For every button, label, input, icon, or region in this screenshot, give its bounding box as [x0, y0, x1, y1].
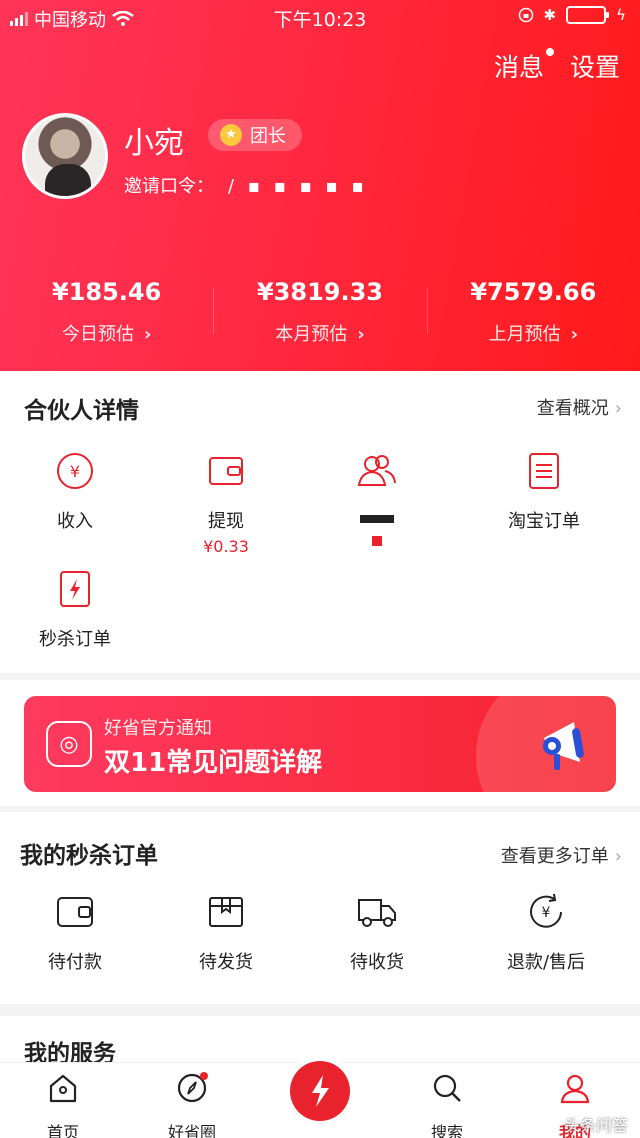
tab-search[interactable]: 搜索 [392, 1071, 502, 1138]
redacted-value [372, 536, 382, 546]
wallet-icon [57, 897, 93, 927]
withdraw-item[interactable]: 提现 ¥0.33 [166, 449, 286, 556]
chevron-right-icon: › [143, 324, 152, 345]
medal-icon: ★ [220, 124, 242, 146]
messages-button[interactable]: 消息 [494, 48, 554, 84]
search-icon [433, 1074, 461, 1102]
withdraw-amount: ¥0.33 [203, 537, 249, 556]
wallet-icon [209, 457, 243, 485]
tab-home[interactable]: 首页 [8, 1071, 118, 1138]
avatar[interactable] [22, 113, 108, 199]
invite-code: / ▪ ▪ ▪ ▪ ▪ [228, 176, 368, 197]
user-name: 小宛 [124, 126, 184, 161]
role-badge: ★ 团长 [208, 119, 302, 151]
orientation-lock-icon [518, 7, 533, 23]
unread-dot [545, 48, 554, 56]
bluetooth-icon: ✱ [543, 6, 557, 24]
svg-text:¥: ¥ [542, 905, 551, 921]
income-item[interactable]: ¥ 收入 [15, 449, 135, 533]
home-icon [49, 1074, 77, 1103]
flash-order-icon [60, 571, 90, 607]
compass-icon [177, 1072, 208, 1103]
stat-last-month[interactable]: ¥7579.66 上月预估 › [426, 278, 640, 346]
watermark: 头条问答 [563, 1116, 628, 1135]
flash-sale-orders-section: 我的秒杀订单 查看更多订单 › 待付款 待发货 待收货 ¥ 退款/售后 [0, 812, 640, 1004]
user-icon [560, 1074, 590, 1104]
battery-icon [566, 6, 610, 24]
refund-icon: ¥ [530, 893, 562, 928]
box-icon [209, 897, 243, 927]
users-icon [357, 455, 396, 486]
view-more-orders-link[interactable]: 查看更多订单 › [501, 842, 622, 868]
stat-today[interactable]: ¥185.46 今日预估 › [0, 278, 213, 346]
invite-code-row[interactable]: 邀请口令： / ▪ ▪ ▪ ▪ ▪ [124, 172, 368, 198]
lightning-icon [312, 1075, 329, 1107]
chevron-right-icon: › [570, 324, 579, 345]
section-title: 合伙人详情 [24, 398, 139, 424]
svg-text:¥: ¥ [70, 462, 80, 481]
truck-icon [358, 899, 396, 927]
pending-receipt-item[interactable]: 待收货 [317, 890, 437, 974]
notice-banner[interactable]: ◎ 好省官方通知 双11常见问题详解 [24, 696, 616, 792]
redacted-label [360, 515, 394, 523]
pending-shipment-item[interactable]: 待发货 [166, 890, 286, 974]
chevron-right-icon: › [357, 324, 365, 345]
earnings-stats: ¥185.46 今日预估 › ¥3819.33 本月预估 › ¥7579.66 上月… [0, 278, 640, 346]
partner-section: 合伙人详情 查看概况 › ¥ 收入 提现 ¥0.33 淘宝订单 秒杀订单 [0, 371, 640, 673]
settings-button[interactable]: 设置 [570, 48, 620, 84]
flash-sale-orders-item[interactable]: 秒杀订单 [15, 567, 135, 651]
megaphone-icon [543, 722, 584, 770]
taobao-orders-item[interactable]: 淘宝订单 [484, 449, 604, 533]
chevron-right-icon: › [614, 398, 622, 419]
pending-payment-item[interactable]: 待付款 [15, 890, 135, 974]
status-bar: 中国移动 下午10:23 ✱ ϟ [0, 0, 640, 34]
list-icon [529, 453, 559, 489]
yen-circle-icon: ¥ [57, 453, 93, 489]
stat-this-month[interactable]: ¥3819.33 本月预估 › [213, 278, 426, 346]
flash-sale-center-button[interactable] [290, 1061, 350, 1121]
charging-icon: ϟ [616, 6, 626, 24]
banner-title: 双11常见问题详解 [104, 748, 323, 778]
app-logo-icon: ◎ [46, 721, 92, 767]
notice-banner-section: ◎ 好省官方通知 双11常见问题详解 [0, 680, 640, 806]
profile-header: 中国移动 下午10:23 ✱ ϟ 消息 设置 小宛 ★ 团长 邀请口令： / ▪ … [0, 0, 640, 371]
tab-haosheng-circle[interactable]: 好省圈 [137, 1071, 247, 1138]
banner-subtitle: 好省官方通知 [104, 718, 212, 739]
section-title: 我的秒杀订单 [20, 843, 158, 869]
team-item[interactable] [317, 449, 437, 550]
chevron-right-icon: › [614, 846, 622, 867]
refund-after-sale-item[interactable]: ¥ 退款/售后 [486, 890, 606, 974]
bottom-tab-bar: 首页 好省圈 搜索 我的 [0, 1061, 640, 1138]
view-overview-link[interactable]: 查看概况 › [537, 394, 622, 420]
